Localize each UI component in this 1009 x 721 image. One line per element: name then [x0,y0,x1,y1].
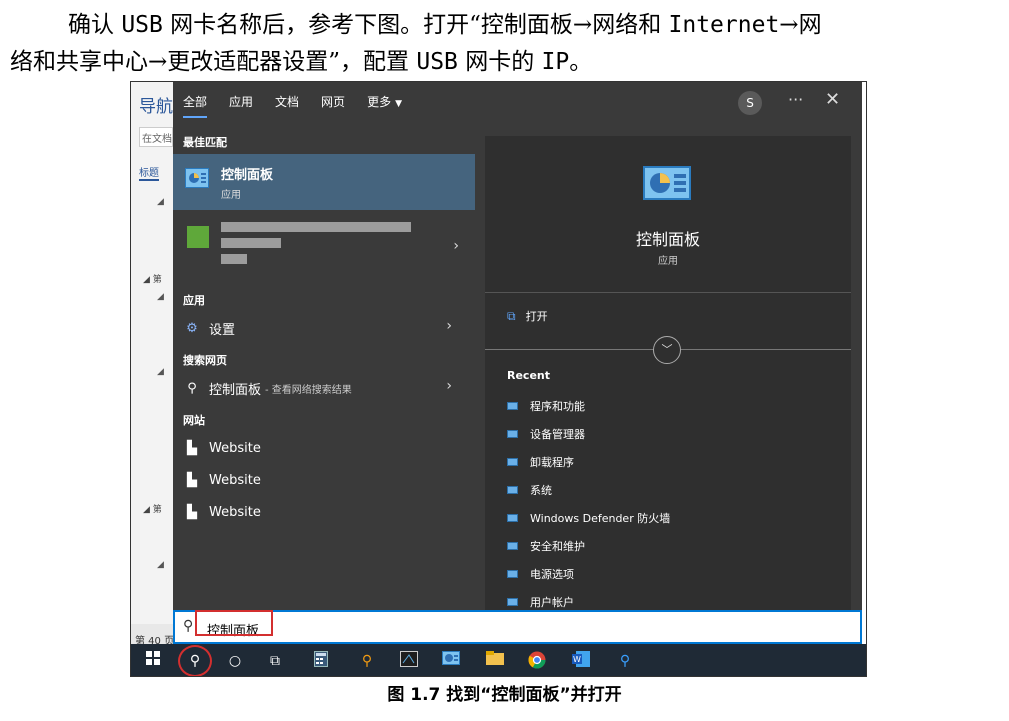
control-panel-small-icon [507,458,518,466]
chrome-icon[interactable] [527,651,547,671]
tab-more[interactable]: 更多 ▼ [367,82,402,122]
svg-text:W: W [573,655,581,664]
control-panel-small-icon [507,486,518,494]
tab-documents[interactable]: 文档 [275,82,299,122]
tab-all[interactable]: 全部 [183,82,208,122]
detail-subtitle: 应用 [658,256,678,267]
screenshot-figure: 导航 在文档中搜索 标题 ◢ ◢ 第 ◢ ◢ ◢ 第 ◢ 第 40 页 全部 应… [130,81,867,677]
divider [485,292,851,293]
collapse-icon[interactable]: ◢ [157,197,164,207]
recent-item[interactable]: 用户帐户 [507,592,574,612]
results-list: 最佳匹配 控制面板 应用 › 应用 ⚙ 设置 › 搜索网页 ⚲ 控制面板 - 查… [173,122,475,610]
recent-item[interactable]: 电源选项 [507,564,574,584]
cortana-icon[interactable]: ○ [225,651,245,671]
highlight-box [195,610,273,636]
calculator-icon[interactable] [311,651,331,671]
chevron-right-icon[interactable]: › [446,318,452,334]
expand-chevron-icon[interactable]: ﹀ [653,336,681,364]
control-panel-icon [185,168,209,188]
recent-item[interactable]: Windows Defender 防火墙 [507,508,670,528]
gear-icon: ⚙ [186,320,198,336]
more-options-button[interactable]: ··· [788,90,803,109]
result-website[interactable]: ▙ Website [183,466,468,494]
search-icon: ⚲ [187,380,197,396]
windows-start-icon[interactable] [143,651,163,671]
blurred-result[interactable]: › [173,214,475,282]
document-icon: ▙ [187,440,197,456]
recent-item[interactable]: 设备管理器 [507,424,585,444]
nav-tab-headings[interactable]: 标题 [139,164,159,181]
section-header-best-match: 最佳匹配 [183,136,227,149]
taskbar: ⚲ ○ ⧉ ⚲ W ⚲ [131,644,866,676]
control-panel-small-icon [507,570,518,578]
open-icon: ⧉ [507,308,516,323]
blurred-text [221,254,247,264]
chevron-right-icon[interactable]: › [453,238,459,254]
recent-item[interactable]: 系统 [507,480,552,500]
document-paragraph-line-2: 络和共享中心→更改适配器设置”，配置 USB 网卡的 IP。 [10,49,593,75]
search-icon: ⚲ [183,618,194,634]
close-button[interactable]: ✕ [825,89,840,110]
control-panel-small-icon [507,430,518,438]
result-web-search[interactable]: ⚲ 控制面板 - 查看网络搜索结果 › [183,374,468,402]
blurred-app-icon [187,226,209,248]
start-search-panel: 全部 应用 文档 网页 更多 ▼ S ··· ✕ 最佳匹配 控制面板 应用 › … [173,82,862,610]
result-website[interactable]: ▙ Website [183,498,468,526]
highlight-circle [178,645,212,676]
blurred-text [221,238,281,248]
snipping-tool-icon[interactable] [399,651,419,671]
control-panel-icon[interactable] [441,651,461,671]
nav-title: 导航 [139,97,173,117]
tab-apps[interactable]: 应用 [229,82,253,122]
recent-item[interactable]: 程序和功能 [507,396,585,416]
open-action[interactable]: ⧉ 打开 [507,308,548,324]
document-paragraph-line-1: 确认 USB 网卡名称后，参考下图。打开“控制面板→网络和 Internet→网 [68,12,822,38]
section-header-websites: 网站 [183,414,205,427]
task-view-icon[interactable]: ⧉ [265,651,285,671]
search-app-icon[interactable]: ⚲ [615,651,635,671]
collapse-icon[interactable]: ◢ [157,292,164,302]
document-icon: ▙ [187,504,197,520]
control-panel-small-icon [507,514,518,522]
control-panel-small-icon [507,598,518,606]
word-navigation-pane: 导航 在文档中搜索 标题 ◢ ◢ 第 ◢ ◢ ◢ 第 ◢ 第 40 页 [131,82,173,652]
chapter-node[interactable]: ◢ 第 [143,272,162,285]
recent-header: Recent [507,369,551,382]
blurred-text [221,222,411,232]
section-header-web: 搜索网页 [183,354,227,367]
magnifier-app-icon[interactable]: ⚲ [357,651,377,671]
recent-item[interactable]: 安全和维护 [507,536,585,556]
detail-pane: 控制面板 应用 ⧉ 打开 ﹀ Recent 程序和功能 设备管理器 卸载程序 系… [485,136,851,610]
avatar[interactable]: S [738,91,762,115]
file-explorer-icon[interactable] [485,651,505,671]
control-panel-icon [643,166,691,200]
recent-item[interactable]: 卸载程序 [507,452,574,472]
search-input[interactable]: ⚲ 控制面板 [173,610,862,644]
control-panel-small-icon [507,402,518,410]
caret-down-icon: ▼ [395,99,402,109]
section-header-apps: 应用 [183,294,205,307]
best-match-result[interactable]: 控制面板 应用 [173,154,475,210]
result-website[interactable]: ▙ Website [183,434,468,462]
detail-title: 控制面板 [635,230,700,249]
nav-search-input[interactable]: 在文档中搜索 [139,127,173,147]
result-settings[interactable]: ⚙ 设置 › [183,314,468,342]
chevron-right-icon[interactable]: › [446,378,452,394]
word-icon[interactable]: W [571,651,591,671]
tab-web[interactable]: 网页 [321,82,345,122]
document-icon: ▙ [187,472,197,488]
collapse-icon[interactable]: ◢ [157,560,164,570]
chapter-node[interactable]: ◢ 第 [143,502,162,515]
collapse-icon[interactable]: ◢ [157,367,164,377]
figure-caption: 图 1.7 找到“控制面板”并打开 [387,685,622,705]
control-panel-small-icon [507,542,518,550]
